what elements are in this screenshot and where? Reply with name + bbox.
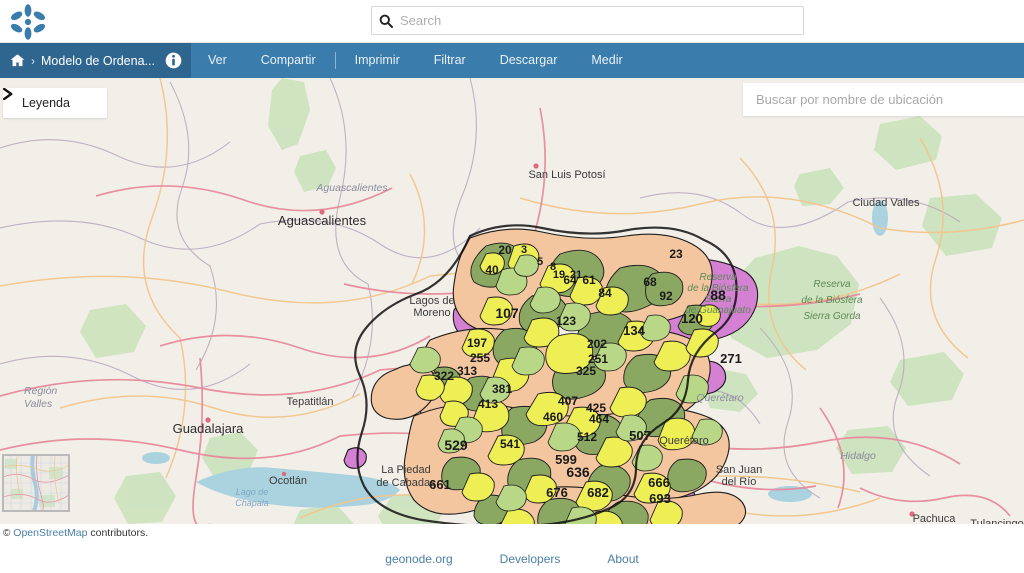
toolbar-menu: Ver Compartir Imprimir Filtrar Descargar…	[191, 43, 640, 78]
top-header-bar	[0, 0, 1024, 43]
toolbar-item-imprimir[interactable]: Imprimir	[338, 43, 417, 78]
legend-label: Leyenda	[22, 96, 70, 110]
polygon-label: 661	[429, 477, 451, 492]
polygon-label: 407	[558, 394, 578, 408]
svg-text:de Cabadas: de Cabadas	[376, 477, 436, 489]
polygon-label: 693	[649, 491, 671, 506]
svg-text:Ciudad Valles: Ciudad Valles	[852, 197, 920, 209]
map-viewport[interactable]: Aguascalientes Aguascalientes San Luis P…	[0, 78, 1024, 524]
svg-text:de la Biósfera: de la Biósfera	[801, 295, 863, 306]
toolbar-item-compartir[interactable]: Compartir	[244, 43, 333, 78]
toolbar-item-medir[interactable]: Medir	[574, 43, 639, 78]
polygon-label: 68	[643, 275, 657, 289]
toolbar-item-descargar[interactable]: Descargar	[483, 43, 575, 78]
polygon-label: 3	[521, 244, 527, 256]
polygon-label: 322	[434, 369, 454, 383]
breadcrumb-separator: ›	[31, 53, 35, 68]
polygon-label: 20	[498, 243, 512, 257]
polygon-label: 512	[577, 430, 597, 444]
polygon-label: 413	[478, 397, 498, 411]
map-toolbar: › Modelo de Ordena... Ver Compartir Impr…	[0, 43, 1024, 78]
info-circle-icon[interactable]	[161, 52, 182, 69]
polygon-label: 64	[563, 273, 577, 287]
polygon-label: 197	[467, 336, 487, 350]
map-canvas: Aguascalientes Aguascalientes San Luis P…	[0, 78, 1024, 524]
svg-text:Lago de: Lago de	[236, 487, 269, 497]
openstreetmap-link[interactable]: OpenStreetMap	[13, 527, 87, 539]
polygon-label: 541	[500, 437, 520, 451]
svg-text:del Río: del Río	[722, 476, 757, 488]
attribution-suffix: contributors.	[87, 527, 149, 539]
overview-minimap[interactable]	[2, 454, 70, 512]
toolbar-divider	[334, 52, 336, 69]
polygon-label: 23	[669, 247, 683, 261]
global-search-box[interactable]	[371, 6, 804, 35]
polygon-label: 40	[485, 263, 499, 277]
polygon-label: 61	[582, 273, 596, 287]
map-attribution: © OpenStreetMap contributors.	[0, 524, 1024, 544]
polygon-label: 5	[537, 256, 543, 268]
toolbar-item-filtrar[interactable]: Filtrar	[417, 43, 483, 78]
svg-text:San Luis Potosí: San Luis Potosí	[528, 169, 605, 181]
svg-text:Región: Región	[24, 385, 57, 397]
polygon-label: 271	[720, 351, 742, 366]
polygon-label: 202	[587, 337, 607, 351]
polygon-label: 84	[598, 286, 612, 300]
home-icon[interactable]	[10, 53, 25, 68]
polygon-label: 666	[648, 475, 670, 490]
polygon-label: 381	[492, 382, 512, 396]
polygon-label: 134	[623, 323, 645, 338]
svg-text:Querétaro: Querétaro	[696, 392, 743, 404]
polygon-label: 123	[556, 314, 576, 328]
footer-link-geonode[interactable]: geonode.org	[385, 552, 452, 566]
footer-link-developers[interactable]: Developers	[500, 552, 561, 566]
legend-panel-toggle[interactable]: Leyenda	[3, 88, 107, 118]
polygon-label: 88	[710, 287, 726, 303]
svg-text:Hidalgo: Hidalgo	[840, 450, 876, 462]
polygon-label: 460	[543, 410, 563, 424]
svg-text:Sierra Gorda: Sierra Gorda	[803, 311, 861, 322]
breadcrumb[interactable]: › Modelo de Ordena...	[0, 43, 191, 78]
svg-text:Aguascalientes: Aguascalientes	[315, 182, 388, 194]
site-footer: geonode.org Developers About	[0, 544, 1024, 573]
search-icon	[372, 14, 400, 28]
svg-text:Moreno: Moreno	[413, 307, 450, 319]
svg-text:Tepatitlán: Tepatitlán	[286, 396, 333, 408]
svg-text:Lagos de: Lagos de	[409, 295, 454, 307]
polygon-label: 255	[470, 351, 490, 365]
svg-text:La Piedad: La Piedad	[381, 464, 431, 476]
polygon-label: 676	[546, 485, 568, 500]
polygon-label: 507	[629, 428, 651, 443]
polygon-label: 464	[589, 412, 609, 426]
svg-text:Reserva: Reserva	[699, 272, 737, 283]
polygon-label: 636	[566, 464, 590, 480]
polygon-label: 313	[457, 364, 477, 378]
polygon-label: 325	[576, 364, 596, 378]
footer-link-about[interactable]: About	[607, 552, 638, 566]
polygon-label: 682	[587, 485, 609, 500]
search-input[interactable]	[400, 7, 803, 34]
location-search-box[interactable]	[743, 83, 1024, 116]
svg-text:Chapala: Chapala	[235, 498, 269, 508]
svg-text:Ocotlán: Ocotlán	[269, 475, 307, 487]
polygon-label: 120	[681, 311, 703, 326]
svg-text:Pachuca: Pachuca	[913, 513, 957, 524]
geonode-logo[interactable]	[8, 3, 48, 41]
svg-text:Reserva: Reserva	[813, 279, 851, 290]
svg-text:Querétaro: Querétaro	[659, 435, 709, 447]
svg-text:Guadalajara: Guadalajara	[173, 421, 245, 436]
location-search-input[interactable]	[756, 83, 1024, 116]
svg-text:Aguascalientes: Aguascalientes	[278, 213, 367, 228]
svg-text:Valles: Valles	[24, 398, 53, 410]
polygon-label: 107	[495, 305, 519, 321]
svg-text:San Juan: San Juan	[716, 464, 762, 476]
breadcrumb-title[interactable]: Modelo de Ordena...	[41, 54, 155, 68]
copyright-icon: ©	[3, 528, 11, 539]
polygon-label: 529	[444, 437, 468, 453]
polygon-label: 92	[659, 289, 673, 303]
toolbar-item-ver[interactable]: Ver	[191, 43, 244, 78]
